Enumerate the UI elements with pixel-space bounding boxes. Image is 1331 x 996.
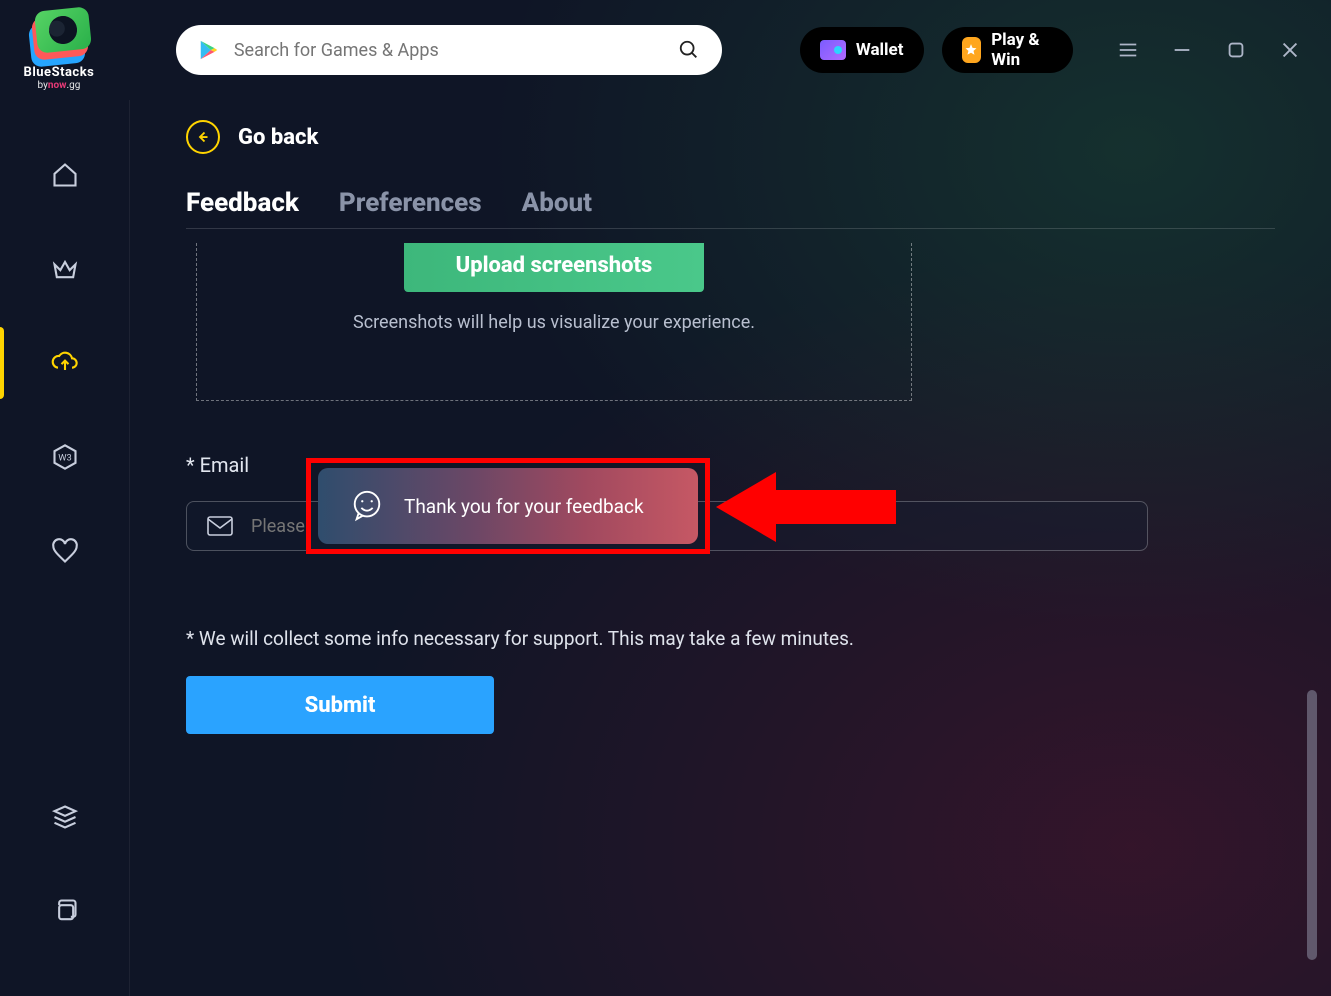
settings-tabs: Feedback Preferences About [186, 188, 1275, 229]
go-back-link[interactable]: Go back [186, 120, 1275, 154]
minimize-button[interactable] [1167, 35, 1197, 65]
submit-button[interactable]: Submit [186, 676, 494, 734]
tab-preferences[interactable]: Preferences [339, 188, 482, 218]
play-win-button[interactable]: Play & Win [942, 27, 1074, 73]
arrow-left-icon [186, 120, 220, 154]
sidebar-multi-window[interactable] [50, 896, 80, 926]
sidebar-heart[interactable] [50, 536, 80, 566]
sidebar-stack[interactable] [50, 802, 80, 832]
tab-feedback[interactable]: Feedback [186, 188, 299, 218]
search-icon[interactable] [678, 39, 700, 61]
sidebar: W3 [0, 100, 130, 996]
play-store-icon [198, 39, 220, 61]
tab-about[interactable]: About [522, 188, 592, 218]
scrollbar-thumb[interactable] [1307, 690, 1317, 960]
sidebar-home[interactable] [50, 160, 80, 190]
maximize-button[interactable] [1221, 35, 1251, 65]
upload-button[interactable]: Upload screenshots [404, 243, 704, 292]
brand-logo[interactable]: BlueStacks bynow.gg [20, 9, 98, 91]
brand-byline: bynow.gg [38, 80, 81, 91]
wallet-icon [820, 40, 846, 60]
annotation-arrow [716, 462, 896, 556]
window-controls [1113, 35, 1305, 65]
play-win-label: Play & Win [991, 30, 1053, 70]
disclaimer-text: * We will collect some info necessary fo… [186, 627, 1275, 650]
sidebar-crown[interactable] [50, 254, 80, 284]
logo-icon [28, 9, 90, 61]
brand-name: BlueStacks [24, 65, 95, 80]
topbar: BlueStacks bynow.gg Wallet Play & Win [0, 0, 1331, 100]
hamburger-icon[interactable] [1113, 35, 1143, 65]
sidebar-cloud-sync[interactable] [50, 348, 80, 378]
wallet-button[interactable]: Wallet [800, 27, 924, 73]
close-button[interactable] [1275, 35, 1305, 65]
sidebar-w3[interactable]: W3 [50, 442, 80, 472]
wallet-label: Wallet [856, 40, 904, 60]
star-icon [962, 37, 982, 63]
svg-text:W3: W3 [58, 453, 72, 464]
search-input[interactable] [234, 40, 664, 61]
annotation-highlight-box [306, 458, 710, 554]
upload-dropzone[interactable]: Upload screenshots Screenshots will help… [196, 243, 912, 401]
go-back-label: Go back [238, 125, 318, 150]
mail-icon [207, 516, 233, 536]
upload-hint: Screenshots will help us visualize your … [353, 312, 755, 333]
search-bar[interactable] [176, 25, 722, 75]
